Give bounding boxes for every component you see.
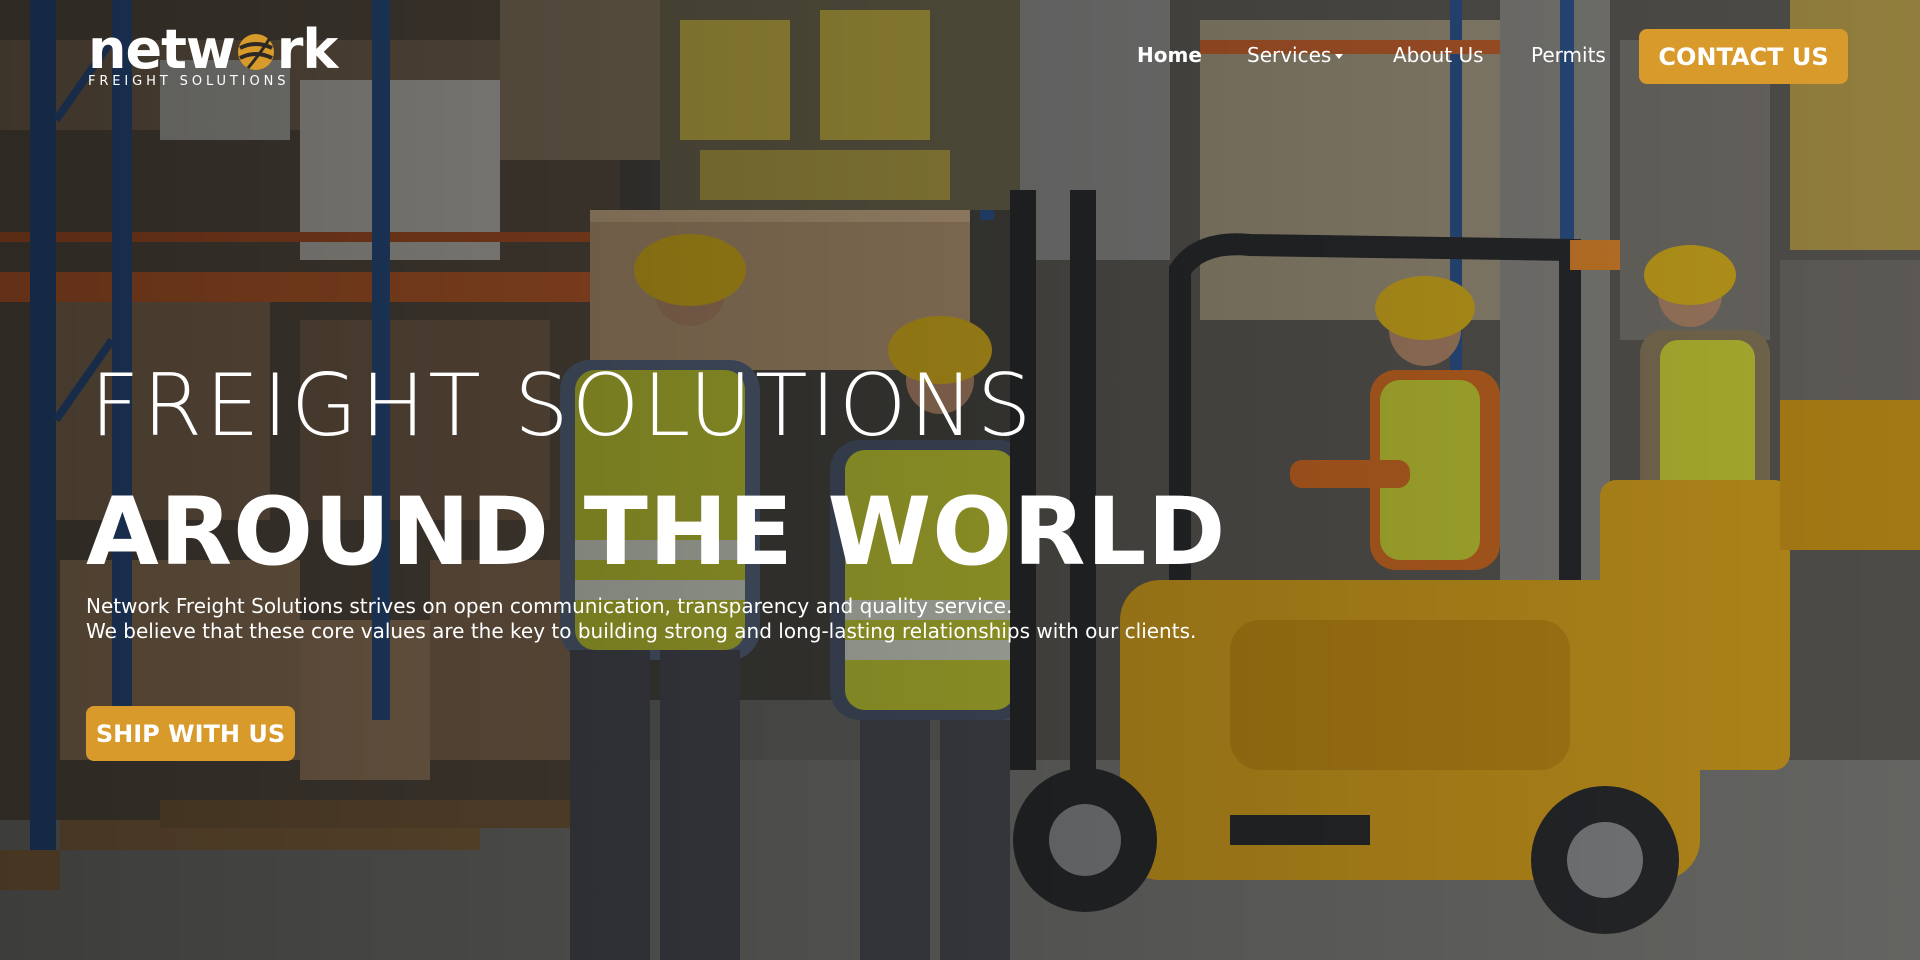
hero-headline-line2: AROUND THE WORLD <box>86 478 1227 587</box>
site-logo[interactable]: netw rk FREIGHT SOLUTIONS <box>88 18 339 90</box>
hero-description: Network Freight Solutions strives on ope… <box>86 594 1196 644</box>
hero-headline-line1: FREIGHT SOLUTIONS <box>90 356 1035 456</box>
hero-description-line1: Network Freight Solutions strives on ope… <box>86 594 1013 618</box>
hero-description-line2: We believe that these core values are th… <box>86 619 1197 643</box>
nav-item-services[interactable]: Services <box>1247 43 1344 67</box>
caret-down-icon <box>1335 54 1344 59</box>
hero-section: netw rk FREIGHT SOLUTIONS Home Services … <box>0 0 1920 960</box>
nav-item-about-us[interactable]: About Us <box>1393 43 1484 67</box>
logo-wordmark: netw rk <box>88 18 339 81</box>
logo-word-right: rk <box>276 18 339 81</box>
logo-word-left: netw <box>88 18 236 81</box>
nav-item-permits[interactable]: Permits <box>1531 43 1606 67</box>
nav-item-services-label: Services <box>1247 43 1332 67</box>
logo-globe-icon <box>237 34 274 70</box>
ship-with-us-button[interactable]: SHIP WITH US <box>86 706 295 761</box>
contact-us-button[interactable]: CONTACT US <box>1639 29 1848 84</box>
nav-item-home[interactable]: Home <box>1137 43 1202 67</box>
